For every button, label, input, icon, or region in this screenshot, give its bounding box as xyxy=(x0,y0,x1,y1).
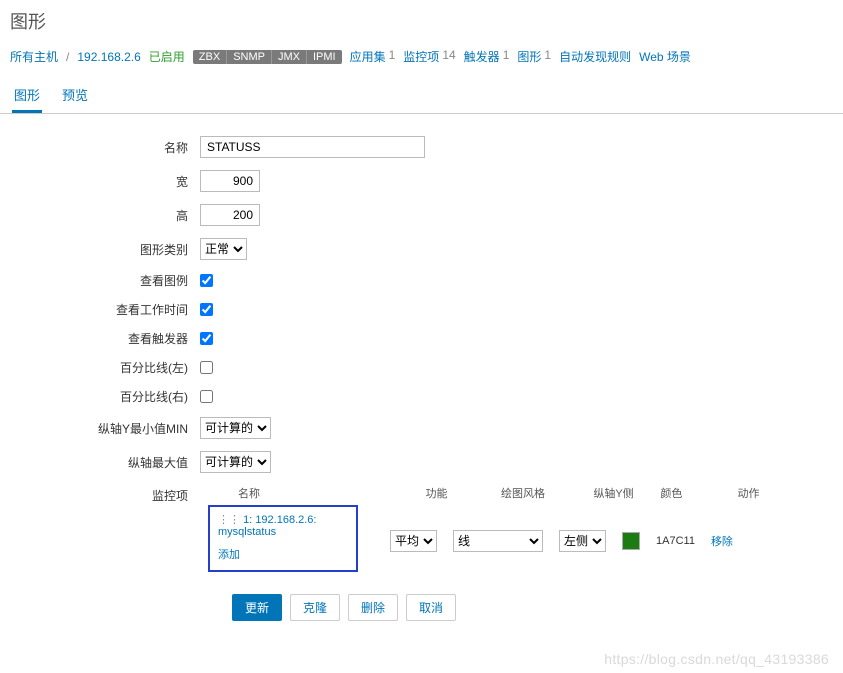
label-height: 高 xyxy=(0,207,200,224)
col-action: 动作 xyxy=(738,485,763,501)
triggers-checkbox[interactable] xyxy=(200,332,213,345)
button-row: 更新 克隆 删除 取消 xyxy=(0,582,843,621)
label-ymin: 纵轴Y最小值MIN xyxy=(0,420,200,437)
item-host[interactable]: 192.168.2.6: xyxy=(255,514,316,526)
status-tags: ZBX SNMP JMX IPMI xyxy=(193,50,342,64)
stat-discovery[interactable]: 自动发现规则 xyxy=(559,48,631,65)
width-input[interactable] xyxy=(200,170,260,192)
col-name: 名称 xyxy=(208,485,410,501)
item-name-box: ⋮⋮ 1: 192.168.2.6: mysqlstatus 添加 xyxy=(208,505,358,572)
add-item-link[interactable]: 添加 xyxy=(218,549,240,561)
col-func: 功能 xyxy=(426,485,485,501)
pctright-checkbox[interactable] xyxy=(200,390,213,403)
label-graphtype: 图形类别 xyxy=(0,241,200,258)
label-worktime: 查看工作时间 xyxy=(0,301,200,318)
ymax-select[interactable]: 可计算的 xyxy=(200,451,271,473)
clone-button[interactable]: 克隆 xyxy=(290,594,340,621)
breadcrumb-all-hosts[interactable]: 所有主机 xyxy=(10,48,58,65)
ymin-select[interactable]: 可计算的 xyxy=(200,417,271,439)
cancel-button[interactable]: 取消 xyxy=(406,594,456,621)
col-yaxis: 纵轴Y侧 xyxy=(593,485,644,501)
stat-triggers[interactable]: 触发器1 xyxy=(464,48,510,65)
tab-preview[interactable]: 预览 xyxy=(60,79,90,113)
item-row: ⋮⋮ 1: 192.168.2.6: mysqlstatus 添加 平均 线 左… xyxy=(208,505,763,576)
label-pctleft: 百分比线(左) xyxy=(0,359,200,376)
breadcrumb-host[interactable]: 192.168.2.6 xyxy=(77,50,140,64)
tag-zbx: ZBX xyxy=(193,50,226,64)
update-button[interactable]: 更新 xyxy=(232,594,282,621)
label-legend: 查看图例 xyxy=(0,272,200,289)
func-select[interactable]: 平均 xyxy=(390,530,437,552)
item-key[interactable]: mysqlstatus xyxy=(218,526,276,538)
yaxis-select[interactable]: 左侧 xyxy=(559,530,606,552)
color-swatch[interactable] xyxy=(622,532,640,550)
breadcrumb-sep: / xyxy=(66,50,69,64)
breadcrumb: 所有主机 / 192.168.2.6 已启用 ZBX SNMP JMX IPMI… xyxy=(0,42,843,71)
legend-checkbox[interactable] xyxy=(200,274,213,287)
worktime-checkbox[interactable] xyxy=(200,303,213,316)
label-name: 名称 xyxy=(0,139,200,156)
label-pctright: 百分比线(右) xyxy=(0,388,200,405)
label-triggers: 查看触发器 xyxy=(0,330,200,347)
tag-jmx: JMX xyxy=(271,50,306,64)
label-ymax: 纵轴最大值 xyxy=(0,454,200,471)
items-panel: 名称 功能 绘图风格 纵轴Y侧 颜色 动作 ⋮⋮ 1: 192.168.2.6:… xyxy=(208,485,763,576)
label-width: 宽 xyxy=(0,173,200,190)
stat-apps[interactable]: 应用集1 xyxy=(350,48,396,65)
name-input[interactable] xyxy=(200,136,425,158)
tabbar: 图形 预览 xyxy=(0,71,843,114)
stat-web[interactable]: Web 场景 xyxy=(639,48,691,65)
height-input[interactable] xyxy=(200,204,260,226)
tag-ipmi: IPMI xyxy=(306,50,342,64)
status-enabled: 已启用 xyxy=(149,48,185,65)
tab-graph[interactable]: 图形 xyxy=(12,79,42,113)
graphtype-select[interactable]: 正常 xyxy=(200,238,247,260)
delete-button[interactable]: 删除 xyxy=(348,594,398,621)
drag-handle-icon[interactable]: ⋮⋮ xyxy=(218,514,240,526)
remove-link[interactable]: 移除 xyxy=(711,533,733,549)
color-code: 1A7C11 xyxy=(656,535,695,547)
stat-graphs[interactable]: 图形1 xyxy=(517,48,551,65)
col-color: 颜色 xyxy=(660,485,721,501)
col-draw: 绘图风格 xyxy=(501,485,577,501)
items-header: 名称 功能 绘图风格 纵轴Y侧 颜色 动作 xyxy=(208,485,763,505)
watermark: https://blog.csdn.net/qq_43193386 xyxy=(0,641,843,673)
page-title: 图形 xyxy=(0,0,843,42)
graph-form: 名称 宽 高 图形类别 正常 查看图例 查看工作时间 查看触发器 百分比线(左)… xyxy=(0,114,843,641)
draw-select[interactable]: 线 xyxy=(453,530,543,552)
tag-snmp: SNMP xyxy=(226,50,271,64)
stat-items[interactable]: 监控项14 xyxy=(403,48,455,65)
pctleft-checkbox[interactable] xyxy=(200,361,213,374)
item-idx: 1: xyxy=(243,514,252,526)
label-items: 监控项 xyxy=(0,485,200,504)
